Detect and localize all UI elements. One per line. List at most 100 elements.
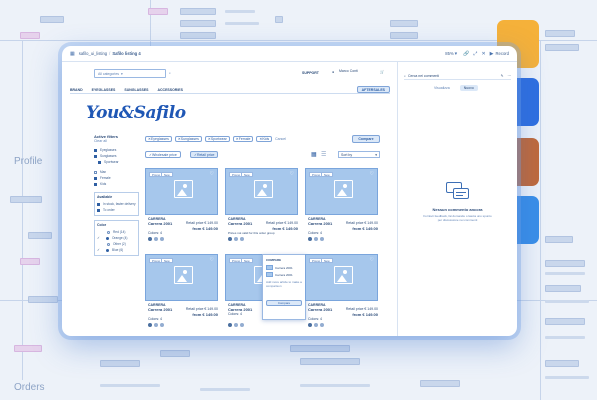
bg-box xyxy=(300,358,360,365)
swatch[interactable] xyxy=(228,237,232,241)
color-swatches[interactable] xyxy=(308,237,324,241)
heart-icon[interactable]: ♡ xyxy=(370,171,374,177)
sort-select[interactable]: Sort by ▾ xyxy=(338,151,380,158)
swatch[interactable] xyxy=(148,237,152,241)
close-icon[interactable]: ✕ xyxy=(481,51,485,57)
swatch[interactable] xyxy=(308,323,312,327)
product-card[interactable]: Promo New ♡ CARRERA Carrera 2001 Retail pri… xyxy=(225,168,298,249)
product-card[interactable]: Promo New ♡ CARRERA Carrera 2001 Retail pri… xyxy=(145,254,218,335)
breadcrumb-current[interactable]: Safilo listing 4 xyxy=(112,51,140,56)
checkbox[interactable] xyxy=(94,154,97,158)
filter-label: Female xyxy=(100,176,111,180)
checkbox[interactable] xyxy=(98,160,101,164)
support-link[interactable]: SUPPORT xyxy=(302,71,319,75)
product-card[interactable]: Promo New ♡ CARRERA Carrera 2001 Retail pri… xyxy=(305,168,378,249)
heart-icon[interactable]: ♡ xyxy=(210,257,214,263)
checkbox[interactable] xyxy=(94,176,97,180)
swatch[interactable] xyxy=(240,323,244,327)
wholesale-price-toggle[interactable]: ✓ Wholesale price xyxy=(145,151,181,158)
availability-option[interactable]: To order xyxy=(97,207,136,213)
grid-view-icon[interactable]: ▦ xyxy=(311,151,317,158)
heart-icon[interactable]: ♡ xyxy=(370,257,374,263)
swatch[interactable] xyxy=(314,237,318,241)
user-icon[interactable]: ● xyxy=(332,70,334,74)
checkbox[interactable] xyxy=(97,208,100,212)
radio[interactable] xyxy=(107,230,110,234)
swatch[interactable] xyxy=(240,237,244,241)
color-option[interactable]: ✓ Blue (6) xyxy=(97,247,136,253)
swatch[interactable] xyxy=(314,323,318,327)
thumbnail xyxy=(266,272,273,277)
search-icon[interactable]: ⌕ xyxy=(169,71,171,75)
retail-label: Retail price xyxy=(196,152,215,157)
swatch[interactable] xyxy=(234,323,238,327)
checkbox[interactable] xyxy=(94,170,97,174)
swatch[interactable] xyxy=(148,323,152,327)
color-swatches[interactable] xyxy=(308,323,324,327)
swatch[interactable] xyxy=(308,237,312,241)
play-icon[interactable]: ▶ xyxy=(490,51,494,57)
heart-icon[interactable]: ♡ xyxy=(210,171,214,177)
nav-item-eyeglasses[interactable]: EYEGLASSES xyxy=(92,88,116,92)
checkbox[interactable] xyxy=(94,182,97,186)
nav-item-accessories[interactable]: ACCESSORIES xyxy=(158,88,183,92)
color-swatches[interactable] xyxy=(148,237,164,241)
swatch[interactable] xyxy=(160,237,164,241)
bg-box xyxy=(100,360,140,367)
tab-visualizza[interactable]: Visualizza xyxy=(434,86,450,90)
clear-all-link[interactable]: Clear all xyxy=(94,139,139,143)
zoom-level[interactable]: 85% xyxy=(445,51,453,56)
retail-price-toggle[interactable]: ✓ Retail price xyxy=(190,151,219,158)
product-card[interactable]: Promo New ♡ CARRERA Carrera 2001 Retail pri… xyxy=(305,254,378,335)
checkbox[interactable] xyxy=(94,148,97,152)
price-notice: Prices not valid for this order group xyxy=(228,231,275,235)
link-icon[interactable]: 🔗 xyxy=(463,51,469,57)
swatch[interactable] xyxy=(234,237,238,241)
category-search-input[interactable]: All categories ▾ xyxy=(94,69,166,78)
swatch[interactable] xyxy=(154,323,158,327)
breadcrumb-root[interactable]: safilo_ui_listing xyxy=(79,51,107,56)
more-icon[interactable]: ⋯ xyxy=(508,74,512,78)
radio[interactable] xyxy=(106,248,109,252)
radio[interactable] xyxy=(106,236,109,240)
bg-box xyxy=(180,20,216,27)
color-swatches[interactable] xyxy=(228,323,244,327)
aftersales-button[interactable]: AFTERSALES xyxy=(356,86,390,93)
checkbox[interactable] xyxy=(97,202,100,206)
list-view-icon[interactable]: ☰ xyxy=(321,151,326,158)
filter-chip[interactable]: ✕ Sportwear xyxy=(204,136,230,142)
filter-chip[interactable]: ✕ Eyeglasses xyxy=(145,136,172,142)
comments-search[interactable]: ⌕ Cerca nei commenti ✎ ⋯ xyxy=(404,72,511,80)
tab-nuovo[interactable]: Nuovo xyxy=(459,85,478,91)
filter-option[interactable]: Kids xyxy=(94,181,139,187)
color-swatches[interactable] xyxy=(148,323,164,327)
empty-title: Nessun commento ancora xyxy=(432,207,483,212)
swatch[interactable] xyxy=(320,237,324,241)
nav-item-brand[interactable]: BRAND xyxy=(70,88,83,92)
swatch[interactable] xyxy=(160,323,164,327)
swatch[interactable] xyxy=(320,323,324,327)
compare-button[interactable]: Compare xyxy=(352,135,380,143)
radio[interactable] xyxy=(107,242,110,246)
new-badge: New xyxy=(161,258,173,263)
product-card[interactable]: Promo New ♡ CARRERA Carrera 2001 Retail pri… xyxy=(145,168,218,249)
user-name[interactable]: Marco Conti xyxy=(339,69,358,73)
swatch[interactable] xyxy=(228,323,232,327)
filter-chip[interactable]: ✕ Female xyxy=(232,136,254,142)
expand-icon[interactable]: ⤢ xyxy=(473,51,477,57)
color-swatches[interactable] xyxy=(228,237,244,241)
swatch[interactable] xyxy=(154,237,158,241)
chevron-down-icon[interactable]: ▾ xyxy=(455,51,458,57)
filter-chip[interactable]: ✕ Kids xyxy=(256,136,273,142)
pin-icon[interactable]: ✎ xyxy=(501,74,504,78)
cart-icon[interactable]: 🛒 xyxy=(380,70,384,74)
record-label[interactable]: Record xyxy=(496,51,510,56)
nav-item-sunglasses[interactable]: SUNGLASSES xyxy=(124,88,148,92)
heart-icon[interactable]: ♡ xyxy=(290,171,294,177)
comments-tabs: Visualizza Nuovo xyxy=(434,85,478,91)
grid-icon[interactable]: ▦ xyxy=(70,51,75,57)
chips-clear-link[interactable]: Cancel xyxy=(275,137,286,141)
popover-compare-button[interactable]: Compare xyxy=(266,300,302,306)
filter-chip[interactable]: ✕ Sunglasses xyxy=(174,136,202,142)
chip-label: Eyeglasses xyxy=(150,137,169,141)
